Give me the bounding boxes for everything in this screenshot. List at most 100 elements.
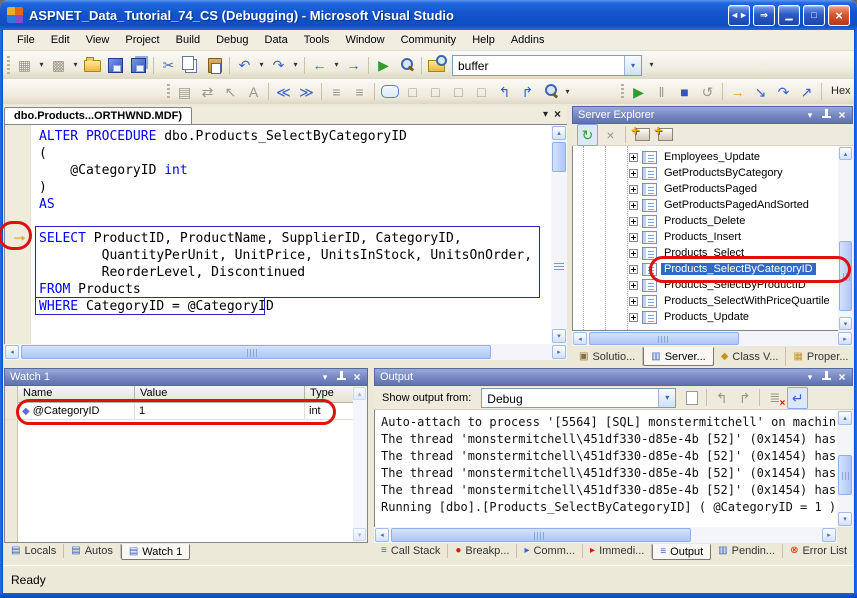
scrollbar-thumb[interactable] xyxy=(589,332,739,345)
menu-item[interactable]: Data xyxy=(257,31,296,49)
panel-tab[interactable]: ▣ Solutio... xyxy=(572,347,643,366)
watch-grid[interactable]: Name Value Type ◆@CategoryID 1 int xyxy=(4,386,368,543)
next-method-icon[interactable]: ↱ xyxy=(517,81,538,103)
toolbar-overflow-icon[interactable]: ▾ xyxy=(563,81,572,103)
server-explorer-tree[interactable]: Employees_Update GetProductsByCategory G… xyxy=(572,146,853,331)
search-combobox[interactable]: buffer ▾ xyxy=(452,55,642,76)
scrollbar-thumb[interactable] xyxy=(391,528,691,542)
expand-icon[interactable] xyxy=(629,265,638,274)
dropdown-caret-icon[interactable]: ▾ xyxy=(332,54,341,76)
continue-icon[interactable]: ▶ xyxy=(628,81,649,103)
comment-block-icon[interactable] xyxy=(379,81,400,103)
scroll-up-icon[interactable]: ▴ xyxy=(353,387,366,400)
panel-tab[interactable]: ▦ Proper... xyxy=(786,347,856,366)
scroll-right-icon[interactable]: ▸ xyxy=(822,528,836,542)
panel-tab[interactable]: ≡ Output xyxy=(652,544,711,560)
output-vertical-scrollbar[interactable]: ▴ ▾ xyxy=(837,410,853,527)
separator[interactable] xyxy=(368,57,369,74)
watch-name[interactable]: @CategoryID xyxy=(33,405,100,417)
separator[interactable] xyxy=(268,83,269,100)
clear-all-icon[interactable] xyxy=(764,387,785,409)
delete-icon[interactable]: × xyxy=(600,124,621,146)
column-header-value[interactable]: Value xyxy=(135,386,305,403)
panel-tab[interactable]: ◆ Class V... xyxy=(714,347,787,366)
window-menu-icon[interactable]: ▾ xyxy=(802,370,818,384)
editor-vertical-scrollbar[interactable]: ▴ ▾ xyxy=(551,125,567,344)
scroll-down-icon[interactable]: ▾ xyxy=(552,329,566,343)
dropdown-caret-icon[interactable]: ▾ xyxy=(257,54,266,76)
title-bar[interactable]: ASPNET_Data_Tutorial_74_CS (Debugging) -… xyxy=(0,0,857,30)
separator[interactable] xyxy=(321,83,322,100)
panel-tab[interactable]: ▤ Autos xyxy=(64,544,121,558)
parameter-info-icon[interactable]: □ xyxy=(425,81,446,103)
scrollbar-thumb[interactable] xyxy=(21,345,491,359)
column-header-name[interactable]: Name xyxy=(18,386,135,403)
scroll-left-icon[interactable]: ◂ xyxy=(573,332,587,345)
server-explorer-title-bar[interactable]: Server Explorer ▾ × xyxy=(572,106,853,124)
numbered-list-icon[interactable]: ≡ xyxy=(349,81,370,103)
separator[interactable] xyxy=(421,57,422,74)
separator[interactable] xyxy=(625,126,626,143)
scroll-down-icon[interactable]: ▾ xyxy=(353,528,366,541)
tree-item[interactable]: Products_SelectWithPriceQuartile xyxy=(573,293,852,309)
word-completion-icon[interactable]: □ xyxy=(471,81,492,103)
paste-icon[interactable] xyxy=(204,54,225,76)
font-style-icon[interactable]: A xyxy=(243,81,264,103)
output-text[interactable]: Auto-attach to process '[5564] [SQL] mon… xyxy=(374,410,837,527)
tree-item[interactable]: Products_Insert xyxy=(573,229,852,245)
step-out-icon[interactable]: ↗ xyxy=(796,81,817,103)
editor-horizontal-scrollbar[interactable]: ◂ ▸ xyxy=(4,344,567,360)
dropdown-caret-icon[interactable]: ▾ xyxy=(37,54,46,76)
expand-icon[interactable] xyxy=(629,153,638,162)
format-document-icon[interactable]: ▤ xyxy=(174,81,195,103)
scroll-down-icon[interactable]: ▾ xyxy=(839,317,852,330)
open-file-icon[interactable] xyxy=(82,54,103,76)
previous-message-icon[interactable]: ↰ xyxy=(711,387,732,409)
connect-server-icon[interactable] xyxy=(653,124,674,146)
pointer-icon[interactable]: ↖ xyxy=(220,81,241,103)
next-message-icon[interactable]: ↱ xyxy=(734,387,755,409)
bullet-list-icon[interactable]: ≡ xyxy=(326,81,347,103)
scroll-up-icon[interactable]: ▴ xyxy=(838,411,852,425)
menu-item[interactable]: Build xyxy=(168,31,208,49)
expand-icon[interactable] xyxy=(629,313,638,322)
separator[interactable] xyxy=(153,57,154,74)
menu-item[interactable]: Addins xyxy=(503,31,553,49)
panel-tab[interactable]: ● Breakp... xyxy=(448,544,517,558)
output-source-combobox[interactable]: Debug ▾ xyxy=(481,388,676,408)
tree-item[interactable]: Products_SelectByCategoryID xyxy=(573,261,852,277)
tree-item[interactable]: GetProductsPaged xyxy=(573,181,852,197)
output-horizontal-scrollbar[interactable]: ◂ ▸ xyxy=(374,527,837,543)
start-debug-icon[interactable]: ▶ xyxy=(373,54,394,76)
menu-item[interactable]: Window xyxy=(337,31,392,49)
save-all-icon[interactable] xyxy=(128,54,149,76)
scroll-up-icon[interactable]: ▴ xyxy=(552,126,566,140)
expand-icon[interactable] xyxy=(629,217,638,226)
scroll-right-icon[interactable]: ▸ xyxy=(838,332,852,345)
menu-item[interactable]: Community xyxy=(393,31,465,49)
scroll-left-icon[interactable]: ◂ xyxy=(375,528,389,542)
tree-horizontal-scrollbar[interactable]: ◂ ▸ xyxy=(572,331,853,346)
tree-vertical-scrollbar[interactable]: ▴ ▾ xyxy=(838,146,853,331)
separator[interactable] xyxy=(706,389,707,406)
step-over-icon[interactable]: ↷ xyxy=(773,81,794,103)
separator[interactable] xyxy=(304,57,305,74)
navigate-backward-icon[interactable]: ← xyxy=(309,54,330,76)
separator[interactable] xyxy=(722,83,723,100)
output-title-bar[interactable]: Output ▾ × xyxy=(374,368,853,386)
navigate-forward-icon[interactable]: → xyxy=(343,54,364,76)
scroll-up-icon[interactable]: ▴ xyxy=(839,147,852,160)
editor-tab[interactable]: dbo.Products...ORTHWND.MDF) xyxy=(4,107,192,124)
decrease-indent-icon[interactable]: ≪ xyxy=(273,81,294,103)
separator[interactable] xyxy=(759,389,760,406)
expand-icon[interactable] xyxy=(629,249,638,258)
restart-icon[interactable]: ↺ xyxy=(697,81,718,103)
close-icon[interactable]: × xyxy=(834,108,850,122)
save-icon[interactable] xyxy=(105,54,126,76)
menu-item[interactable]: Edit xyxy=(43,31,78,49)
cut-icon[interactable]: ✂ xyxy=(158,54,179,76)
watch-title-bar[interactable]: Watch 1 ▾ × xyxy=(4,368,368,386)
tree-item[interactable]: Products_Delete xyxy=(573,213,852,229)
find-symbol-icon[interactable] xyxy=(540,81,561,103)
menu-item[interactable]: Help xyxy=(464,31,503,49)
